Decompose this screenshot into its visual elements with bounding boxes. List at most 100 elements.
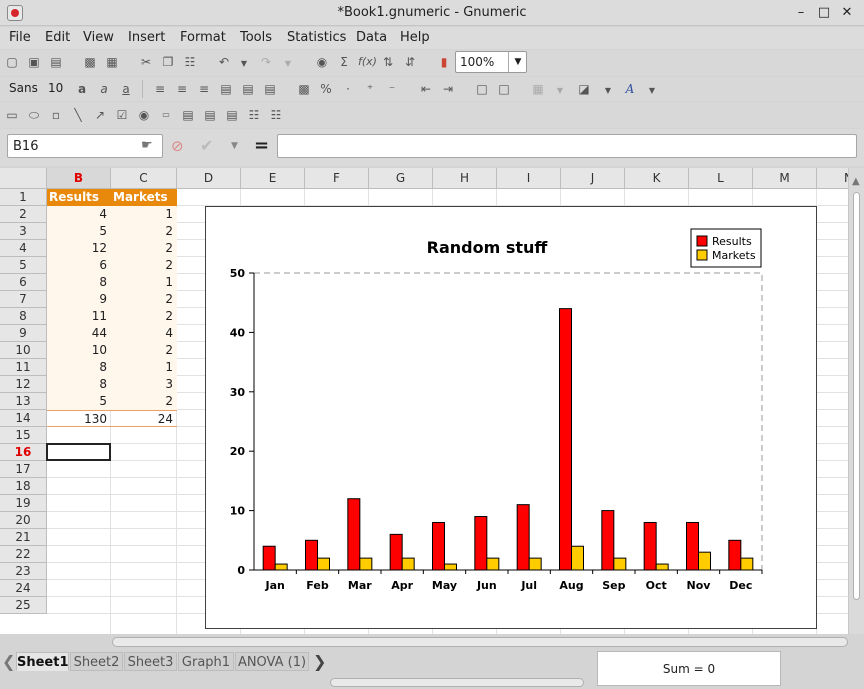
cell-total-markets[interactable]: 24	[111, 410, 177, 427]
fill-color-icon[interactable]: ◪	[576, 81, 592, 97]
insert-chart-icon[interactable]: ▮	[436, 54, 452, 70]
vertical-scrollbar[interactable]: ▲	[848, 168, 864, 634]
zoom-value[interactable]: 100%	[460, 55, 494, 69]
scroll-up-icon[interactable]: ▲	[852, 176, 860, 187]
menu-view[interactable]: View	[83, 30, 114, 45]
redo-dropdown-icon[interactable]: ▼	[280, 56, 296, 72]
row-header[interactable]: 25	[0, 597, 47, 614]
row-header[interactable]: 9	[0, 325, 47, 342]
tab-scroll-right-icon[interactable]: ❯	[313, 652, 326, 671]
combo-tool-icon[interactable]: ☷	[268, 107, 284, 123]
align-center-icon[interactable]: ≡	[174, 81, 190, 97]
formula-input[interactable]	[277, 134, 857, 158]
chart-object[interactable]: Random stuff 0 10 20 30 40 50 Jan Feb Mar Apr May Ju…	[205, 206, 817, 629]
minimize-button[interactable]: –	[792, 4, 810, 22]
row-header[interactable]: 16	[0, 444, 47, 461]
cell-results[interactable]: 9	[47, 291, 111, 308]
font-size-combo[interactable]: 10	[48, 81, 63, 95]
close-button[interactable]: ✕	[838, 4, 856, 22]
row-header[interactable]: 7	[0, 291, 47, 308]
subscript-icon[interactable]: □	[496, 81, 512, 97]
undo-dropdown-icon[interactable]: ▼	[236, 56, 252, 72]
row-header[interactable]: 10	[0, 342, 47, 359]
italic-icon[interactable]: a	[96, 81, 112, 97]
row-header[interactable]: 1	[0, 189, 47, 206]
cell-results[interactable]: 5	[47, 223, 111, 240]
bold-icon[interactable]: a	[74, 81, 90, 97]
line-tool-icon[interactable]: ╲	[70, 107, 86, 123]
row-header[interactable]: 12	[0, 376, 47, 393]
sheet-tab-sheet2[interactable]: Sheet2	[70, 652, 123, 671]
column-header[interactable]: G	[369, 168, 433, 189]
select-all-corner[interactable]	[0, 168, 47, 189]
column-header[interactable]: N	[817, 168, 848, 189]
row-header[interactable]: 4	[0, 240, 47, 257]
sheet-tab-sheet1[interactable]: Sheet1	[16, 652, 69, 671]
row-header[interactable]: 24	[0, 580, 47, 597]
cut-icon[interactable]: ✂	[138, 54, 154, 70]
hyperlink-icon[interactable]: ◉	[314, 54, 330, 70]
print-preview-icon[interactable]: ▦	[104, 54, 120, 70]
font-color-dropdown-icon[interactable]: ▼	[644, 83, 660, 99]
sort-ascending-icon[interactable]: ⇅	[380, 54, 396, 70]
increase-decimals-icon[interactable]: ⁺	[362, 81, 378, 97]
spinbutton-tool-icon[interactable]: ▤	[224, 107, 240, 123]
autosum-icon[interactable]: Σ	[336, 54, 352, 70]
frame-tool-icon[interactable]: ▫	[48, 107, 64, 123]
borders-icon[interactable]: ▦	[530, 81, 546, 97]
row-header[interactable]: 23	[0, 563, 47, 580]
cell-results[interactable]: 10	[47, 342, 111, 359]
menu-edit[interactable]: Edit	[45, 30, 70, 45]
currency-format-icon[interactable]: ▩	[296, 81, 312, 97]
cell-name-box[interactable]: B16 ☛	[7, 134, 163, 158]
column-header[interactable]: K	[625, 168, 689, 189]
name-box-menu-icon[interactable]: ☛	[141, 138, 153, 153]
cell-results[interactable]: 8	[47, 359, 111, 376]
column-header[interactable]: I	[497, 168, 561, 189]
zoom-combo[interactable]: 100% ▼	[455, 51, 527, 73]
percent-format-icon[interactable]: %	[318, 81, 334, 97]
print-icon[interactable]: ▩	[82, 54, 98, 70]
ellipse-tool-icon[interactable]: ⬭	[26, 107, 42, 123]
row-header[interactable]: 13	[0, 393, 47, 410]
cell-markets[interactable]: 1	[111, 359, 177, 376]
cell-results[interactable]: 4	[47, 206, 111, 223]
save-icon[interactable]: ▤	[48, 54, 64, 70]
align-right-icon[interactable]: ≡	[196, 81, 212, 97]
cell-markets[interactable]: 4	[111, 325, 177, 342]
sort-descending-icon[interactable]: ⇵	[402, 54, 418, 70]
cell-markets[interactable]: 2	[111, 257, 177, 274]
cell-results[interactable]: 12	[47, 240, 111, 257]
column-header[interactable]: B	[47, 168, 111, 189]
maximize-button[interactable]: □	[815, 4, 833, 22]
tab-scroll-left-icon[interactable]: ❮	[2, 652, 15, 671]
cell-markets[interactable]: 1	[111, 206, 177, 223]
split-cells-icon[interactable]: ▤	[262, 81, 278, 97]
row-header[interactable]: 21	[0, 529, 47, 546]
row-header[interactable]: 2	[0, 206, 47, 223]
new-icon[interactable]: ▢	[4, 54, 20, 70]
accept-dropdown-icon[interactable]: ▼	[231, 141, 238, 151]
open-icon[interactable]: ▣	[26, 54, 42, 70]
menu-insert[interactable]: Insert	[128, 30, 165, 45]
vertical-scroll-thumb[interactable]	[853, 192, 860, 600]
row-header[interactable]: 15	[0, 427, 47, 444]
arrow-tool-icon[interactable]: ↗	[92, 107, 108, 123]
fill-color-dropdown-icon[interactable]: ▼	[600, 83, 616, 99]
cell-total-results[interactable]: 130	[47, 410, 111, 427]
column-header[interactable]: E	[241, 168, 305, 189]
cell-results[interactable]: 44	[47, 325, 111, 342]
sheet-tab-sheet3[interactable]: Sheet3	[124, 652, 177, 671]
row-header[interactable]: 17	[0, 461, 47, 478]
center-across-icon[interactable]: ▤	[240, 81, 256, 97]
cell-results[interactable]: 8	[47, 274, 111, 291]
column-header[interactable]: J	[561, 168, 625, 189]
column-header[interactable]: F	[305, 168, 369, 189]
cell-markets[interactable]: 2	[111, 223, 177, 240]
column-header[interactable]: H	[433, 168, 497, 189]
cell-markets[interactable]: 2	[111, 393, 177, 410]
paste-icon[interactable]: ☷	[182, 54, 198, 70]
list-tool-icon[interactable]: ☷	[246, 107, 262, 123]
table-header-markets[interactable]: Markets	[111, 189, 177, 206]
sheet-tab-anova-1[interactable]: ANOVA (1)	[235, 652, 309, 671]
